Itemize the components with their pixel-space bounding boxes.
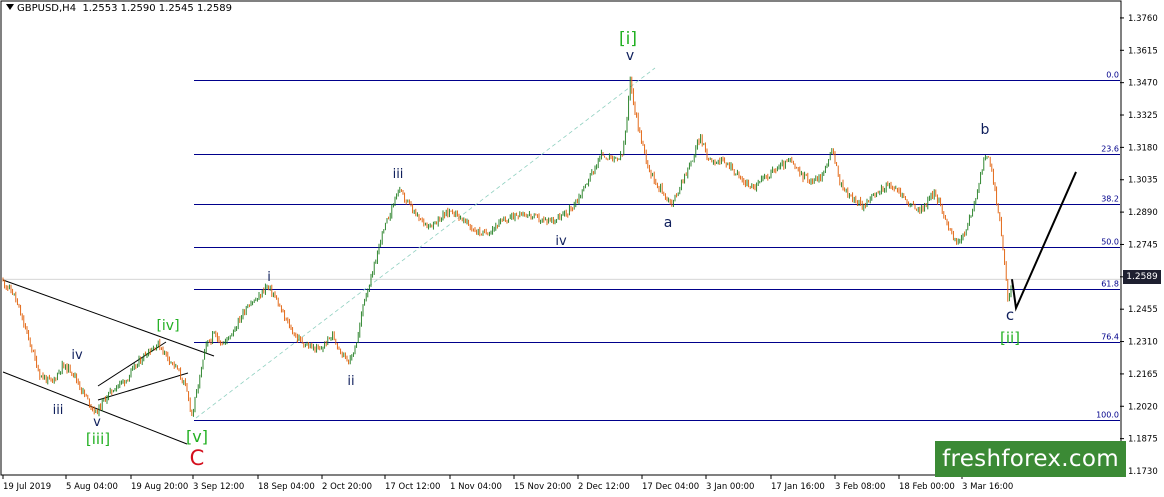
x-tick-label: 3 Feb 08:00 xyxy=(835,482,885,492)
wave-label: v xyxy=(93,415,101,430)
x-tick-label: 19 Jul 2019 xyxy=(3,482,51,492)
wave-label: i xyxy=(267,270,271,285)
y-tick-label: 1.3035 xyxy=(1128,176,1158,186)
wave-label: C xyxy=(190,446,205,470)
y-tick-label: 1.2165 xyxy=(1128,370,1158,380)
x-tick-label: 18 Sep 04:00 xyxy=(258,482,315,492)
x-tick-label: 3 Jan 00:00 xyxy=(706,482,754,492)
wave-label: [v] xyxy=(186,427,208,446)
y-tick-label: 1.1730 xyxy=(1128,467,1158,477)
x-tick-label: 15 Nov 20:00 xyxy=(514,482,571,492)
y-tick-label: 1.3760 xyxy=(1128,14,1158,24)
wave-label: iii xyxy=(393,167,404,182)
x-tick-label: 17 Jan 16:00 xyxy=(771,482,825,492)
x-tick-label: 17 Dec 04:00 xyxy=(642,482,699,492)
x-tick-label: 5 Aug 04:00 xyxy=(66,482,118,492)
y-tick-label: 1.2020 xyxy=(1128,402,1158,412)
y-tick-label: 1.2890 xyxy=(1128,208,1158,218)
x-tick-label: 2 Oct 20:00 xyxy=(322,482,372,492)
wave-label: iv xyxy=(71,348,83,363)
brand-logo: freshforex.com xyxy=(935,441,1126,477)
wave-label: [iv] xyxy=(156,318,179,334)
wave-label: a xyxy=(664,215,673,231)
wave-label: v xyxy=(626,48,634,64)
x-tick-label: 17 Oct 12:00 xyxy=(385,482,440,492)
wave-label: [i] xyxy=(619,29,637,49)
y-tick-label: 1.2455 xyxy=(1128,305,1158,315)
wave-label: ii xyxy=(347,374,354,389)
x-tick-label: 18 Feb 00:00 xyxy=(899,482,955,492)
symbol-header: GBPUSD,H4 1.2553 1.2590 1.2545 1.2589 xyxy=(6,3,232,14)
fib-level-label: 23.6 xyxy=(1101,145,1119,154)
wave-label: [iii] xyxy=(86,430,110,448)
y-tick-label: 1.3470 xyxy=(1128,79,1158,89)
fib-level-label: 0.0 xyxy=(1106,71,1119,80)
fib-level-label: 76.4 xyxy=(1101,333,1119,342)
y-tick-label: 1.1875 xyxy=(1128,435,1158,445)
x-tick-label: 2 Dec 12:00 xyxy=(578,482,630,492)
current-price-badge: 1.2589 xyxy=(1123,270,1161,284)
y-tick-label: 1.3180 xyxy=(1128,143,1158,153)
wave-label: b xyxy=(981,122,990,138)
wave-label: [ii] xyxy=(1000,329,1020,347)
fib-level-label: 61.8 xyxy=(1101,280,1119,289)
y-tick-label: 1.3615 xyxy=(1128,46,1158,56)
dropdown-triangle-icon[interactable] xyxy=(6,4,14,10)
chart-area: 1.3760 1.3615 1.3470 1.3325 1.3180 1.3035 1.28… xyxy=(0,0,1164,497)
fib-level-label: 38.2 xyxy=(1101,195,1119,204)
x-tick-label: 19 Aug 20:00 xyxy=(131,482,188,492)
wave-label: iii xyxy=(53,403,64,418)
y-tick-label: 1.2310 xyxy=(1128,338,1158,348)
fib-level-label: 100.0 xyxy=(1096,411,1119,420)
x-tick-label: 3 Sep 12:00 xyxy=(193,482,244,492)
symbol-name: GBPUSD,H4 xyxy=(17,3,77,14)
x-tick-label: 3 Mar 16:00 xyxy=(962,482,1013,492)
wave-label: c xyxy=(1006,306,1014,324)
ohlc-values: 1.2553 1.2590 1.2545 1.2589 xyxy=(82,3,232,14)
wave-label: iv xyxy=(555,234,567,249)
y-tick-label: 1.3325 xyxy=(1128,111,1158,121)
x-tick-label: 1 Nov 04:00 xyxy=(450,482,502,492)
fib-level-label: 50.0 xyxy=(1101,238,1119,247)
y-tick-label: 1.2745 xyxy=(1128,240,1158,250)
